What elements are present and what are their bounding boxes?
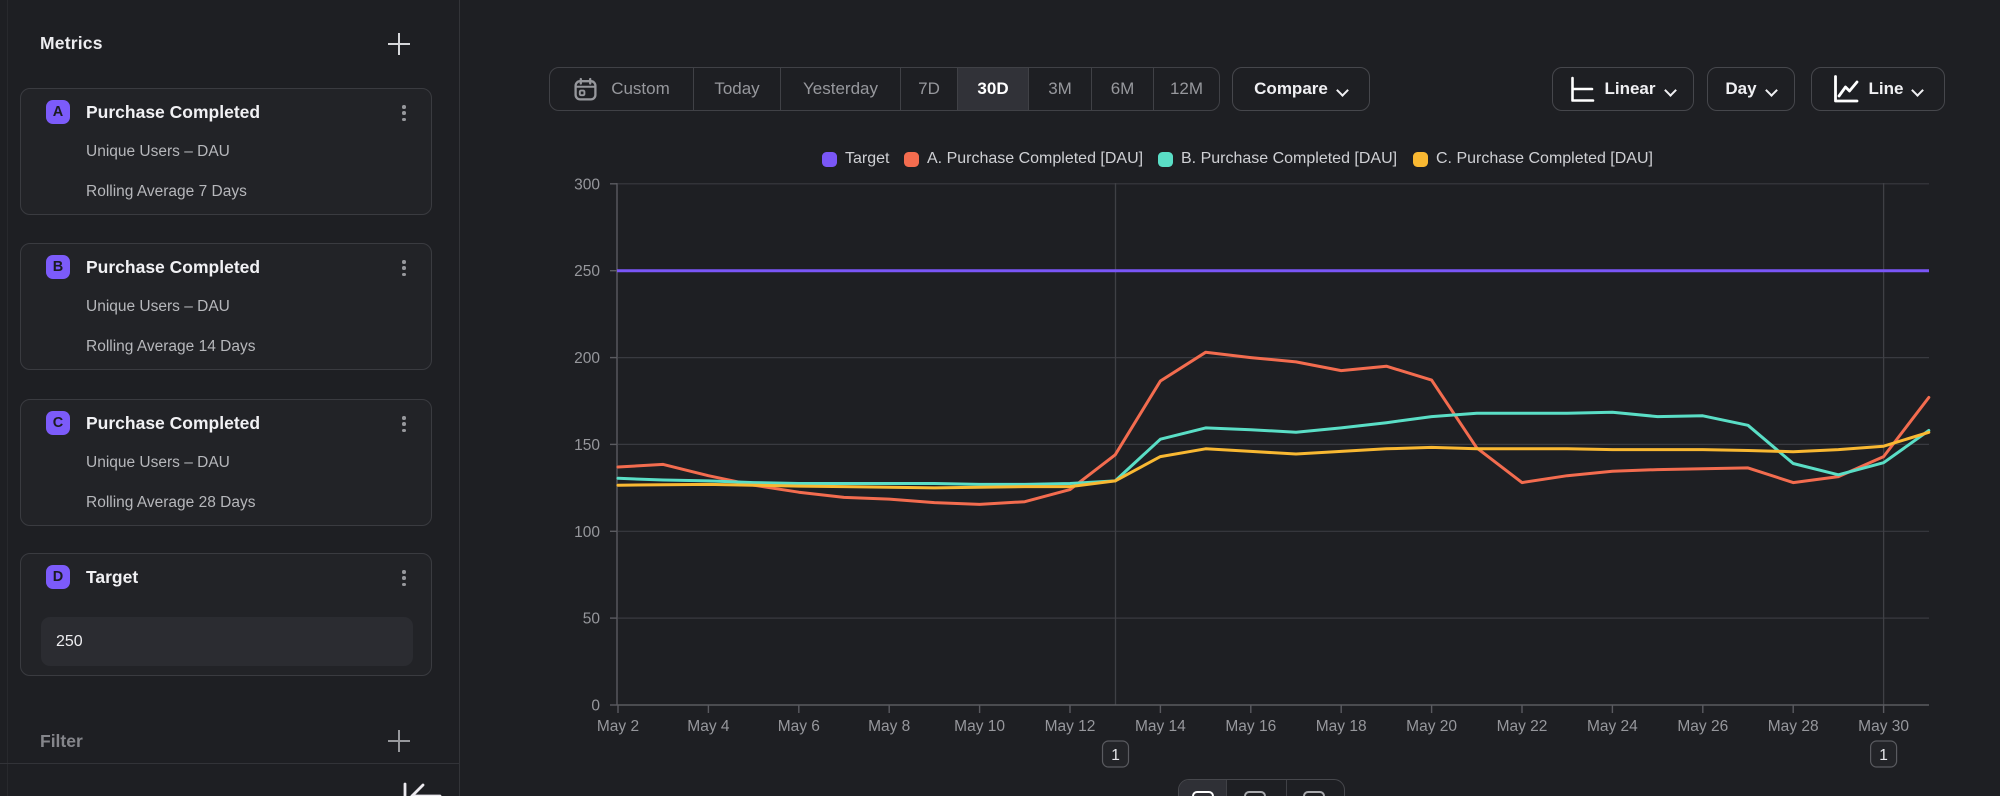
svg-text:May 28: May 28: [1768, 718, 1819, 735]
svg-text:May 4: May 4: [687, 718, 730, 735]
svg-text:300: 300: [574, 176, 600, 193]
svg-text:May 14: May 14: [1135, 718, 1186, 735]
svg-text:250: 250: [574, 263, 600, 280]
svg-text:100: 100: [574, 524, 600, 541]
svg-text:May 2: May 2: [597, 718, 639, 735]
svg-text:150: 150: [574, 437, 600, 454]
svg-text:0: 0: [591, 698, 600, 715]
svg-text:May 18: May 18: [1316, 718, 1367, 735]
svg-text:May 20: May 20: [1406, 718, 1457, 735]
svg-text:May 30: May 30: [1858, 718, 1909, 735]
svg-text:May 24: May 24: [1587, 718, 1638, 735]
svg-text:May 16: May 16: [1225, 718, 1276, 735]
svg-text:May 10: May 10: [954, 718, 1005, 735]
svg-text:May 12: May 12: [1045, 718, 1096, 735]
svg-text:50: 50: [583, 611, 601, 628]
svg-text:May 26: May 26: [1677, 718, 1728, 735]
svg-text:1: 1: [1879, 747, 1888, 764]
svg-text:1: 1: [1111, 747, 1120, 764]
svg-text:May 22: May 22: [1497, 718, 1548, 735]
svg-text:May 6: May 6: [778, 718, 820, 735]
svg-text:May 8: May 8: [868, 718, 910, 735]
svg-text:200: 200: [574, 350, 600, 367]
